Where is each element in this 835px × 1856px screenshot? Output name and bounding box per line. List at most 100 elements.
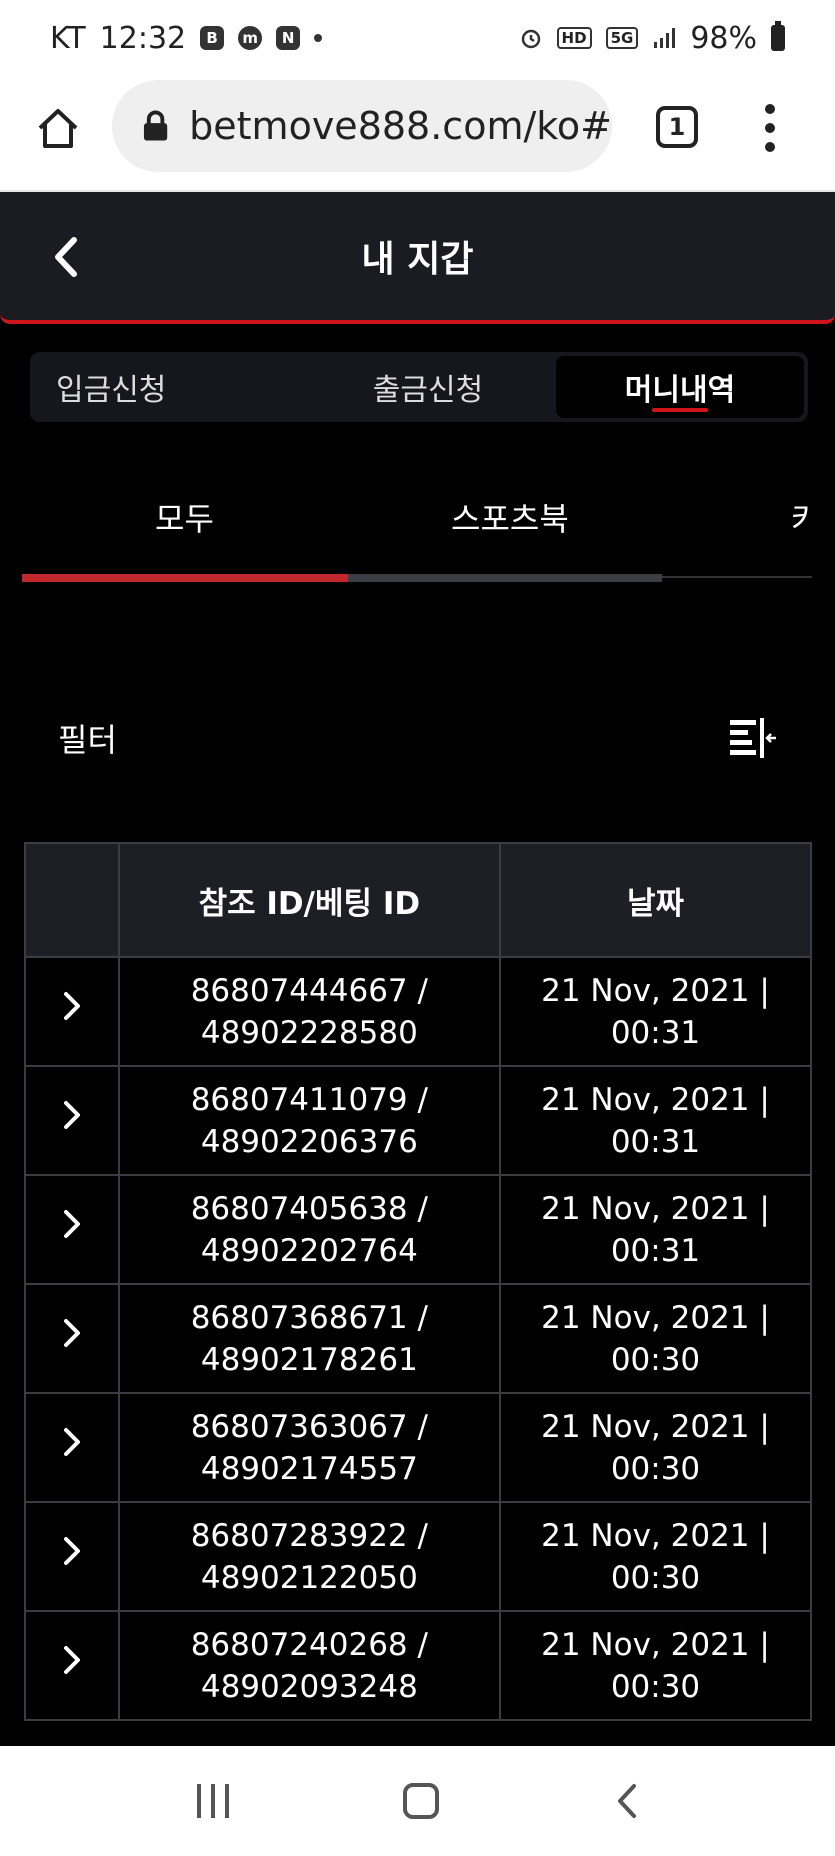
bet-id: 48902206376 <box>200 1123 418 1160</box>
bet-id: 48902093248 <box>200 1668 418 1705</box>
table-row[interactable]: 86807368671 / 48902178261 21 Nov, 2021 | 0… <box>24 1283 813 1394</box>
app-header: 내 지갑 <box>0 192 835 324</box>
more-notifications-icon <box>314 34 323 42</box>
battery-level: 98% <box>690 20 757 56</box>
date-cell: 21 Nov, 2021 | 00:31 <box>498 1174 813 1285</box>
money-history-table: 참조 ID/베팅 ID 날짜 86807444667 / 48902228580 … <box>24 842 813 1721</box>
date-text: 21 Nov, 2021 | <box>541 1408 770 1445</box>
tab-money-history[interactable]: 머니내역 <box>556 356 804 418</box>
date-cell: 21 Nov, 2021 | 00:30 <box>498 1283 813 1394</box>
bet-id: 48902174557 <box>200 1450 418 1487</box>
date-cell: 21 Nov, 2021 | 00:30 <box>498 1501 813 1612</box>
date-cell: 21 Nov, 2021 | 00:31 <box>498 1065 813 1176</box>
ref-id: 86807405638 / <box>190 1190 428 1227</box>
ref-cell: 86807283922 / 48902122050 <box>117 1501 501 1612</box>
chevron-right-icon[interactable] <box>61 1099 83 1131</box>
ref-cell: 86807405638 / 48902202764 <box>117 1174 501 1285</box>
wallet-tabs: 입금신청 출금신청 머니내역 <box>30 352 808 422</box>
signal-icon <box>654 28 676 48</box>
category-tabs: 모두 스포츠북 카 <box>22 480 812 590</box>
chevron-right-icon[interactable] <box>61 1208 83 1240</box>
time-text: 00:30 <box>610 1668 701 1705</box>
ref-cell: 86807411079 / 48902206376 <box>117 1065 501 1176</box>
time-text: 00:31 <box>610 1232 701 1269</box>
browser-toolbar: betmove888.com/ko# 1 <box>0 76 835 192</box>
row-expand-cell[interactable] <box>24 1610 120 1721</box>
ref-cell: 86807444667 / 48902228580 <box>117 956 501 1067</box>
address-bar[interactable]: betmove888.com/ko# <box>112 80 612 172</box>
status-bar: KT 12:32 B m N HD 5G 98% <box>0 0 835 76</box>
date-text: 21 Nov, 2021 | <box>541 1190 770 1227</box>
battery-icon <box>771 21 785 51</box>
home-nav-icon[interactable] <box>403 1783 440 1819</box>
hd-badge: HD <box>556 27 592 49</box>
subtab-all[interactable]: 모두 <box>155 494 214 540</box>
chevron-right-icon[interactable] <box>61 1535 83 1567</box>
bet-id: 48902228580 <box>200 1014 418 1051</box>
table-row[interactable]: 86807240268 / 48902093248 21 Nov, 2021 | 0… <box>24 1610 813 1721</box>
ref-id: 86807363067 / <box>190 1408 428 1445</box>
date-cell: 21 Nov, 2021 | 00:31 <box>498 956 813 1067</box>
table-row[interactable]: 86807405638 / 48902202764 21 Nov, 2021 | 0… <box>24 1174 813 1285</box>
time-text: 00:31 <box>610 1014 701 1051</box>
notification-b-icon: B <box>200 26 225 50</box>
row-expand-cell[interactable] <box>24 1283 120 1394</box>
ref-id: 86807444667 / <box>190 972 428 1009</box>
ref-cell: 86807363067 / 48902174557 <box>117 1392 501 1503</box>
subtab-active-indicator <box>22 574 348 582</box>
ref-cell: 86807240268 / 48902093248 <box>117 1610 501 1721</box>
table-row[interactable]: 86807444667 / 48902228580 21 Nov, 2021 | 0… <box>24 956 813 1067</box>
overflow-menu-icon[interactable] <box>762 104 778 152</box>
tab-withdraw[interactable]: 출금신청 <box>304 352 552 422</box>
clock: 12:32 <box>99 20 187 56</box>
recent-apps-icon[interactable] <box>197 1784 230 1818</box>
row-expand-cell[interactable] <box>24 1174 120 1285</box>
header-expand <box>24 842 120 958</box>
date-text: 21 Nov, 2021 | <box>541 1626 770 1663</box>
row-expand-cell[interactable] <box>24 956 120 1067</box>
lock-icon <box>143 110 168 141</box>
table-row[interactable]: 86807363067 / 48902174557 21 Nov, 2021 | 0… <box>24 1392 813 1503</box>
back-arrow-icon[interactable] <box>44 234 88 280</box>
messenger-icon: m <box>238 26 263 50</box>
table-row[interactable]: 86807283922 / 48902122050 21 Nov, 2021 | 0… <box>24 1501 813 1612</box>
row-expand-cell[interactable] <box>24 1065 120 1176</box>
header-ref-id: 참조 ID/베팅 ID <box>117 842 501 958</box>
home-icon[interactable] <box>34 104 82 152</box>
date-text: 21 Nov, 2021 | <box>541 1299 770 1336</box>
chevron-right-icon[interactable] <box>61 990 83 1022</box>
system-nav-bar <box>0 1746 835 1856</box>
back-nav-icon[interactable] <box>614 1782 638 1820</box>
date-text: 21 Nov, 2021 | <box>541 1517 770 1554</box>
tab-deposit[interactable]: 입금신청 <box>30 352 304 422</box>
date-text: 21 Nov, 2021 | <box>541 1081 770 1118</box>
table-row[interactable]: 86807411079 / 48902206376 21 Nov, 2021 | 0… <box>24 1065 813 1176</box>
ref-id: 86807411079 / <box>190 1081 428 1118</box>
filter-collapse-icon[interactable] <box>728 716 778 760</box>
row-expand-cell[interactable] <box>24 1501 120 1612</box>
header-date: 날짜 <box>498 842 813 958</box>
bet-id: 48902122050 <box>200 1559 418 1596</box>
chevron-right-icon[interactable] <box>61 1644 83 1676</box>
page-title: 내 지갑 <box>361 239 474 280</box>
ref-id: 86807240268 / <box>190 1626 428 1663</box>
time-text: 00:31 <box>610 1123 701 1160</box>
time-text: 00:30 <box>610 1450 701 1487</box>
tab-switcher-button[interactable]: 1 <box>656 106 698 148</box>
subtab-casino[interactable]: 카 <box>791 494 812 540</box>
chevron-right-icon[interactable] <box>61 1426 83 1458</box>
time-text: 00:30 <box>610 1559 701 1596</box>
url-text[interactable]: betmove888.com/ko# <box>189 104 612 148</box>
ref-cell: 86807368671 / 48902178261 <box>117 1283 501 1394</box>
alarm-icon <box>521 29 540 49</box>
chevron-right-icon[interactable] <box>61 1317 83 1349</box>
table-header-row: 참조 ID/베팅 ID 날짜 <box>24 842 813 958</box>
active-tab-indicator <box>652 408 708 412</box>
date-text: 21 Nov, 2021 | <box>541 972 770 1009</box>
5g-badge: 5G <box>605 27 639 49</box>
row-expand-cell[interactable] <box>24 1392 120 1503</box>
bet-id: 48902202764 <box>200 1232 418 1269</box>
subtab-sportsbook[interactable]: 스포츠북 <box>451 494 569 540</box>
date-cell: 21 Nov, 2021 | 00:30 <box>498 1392 813 1503</box>
filter-label[interactable]: 필터 <box>58 715 117 761</box>
